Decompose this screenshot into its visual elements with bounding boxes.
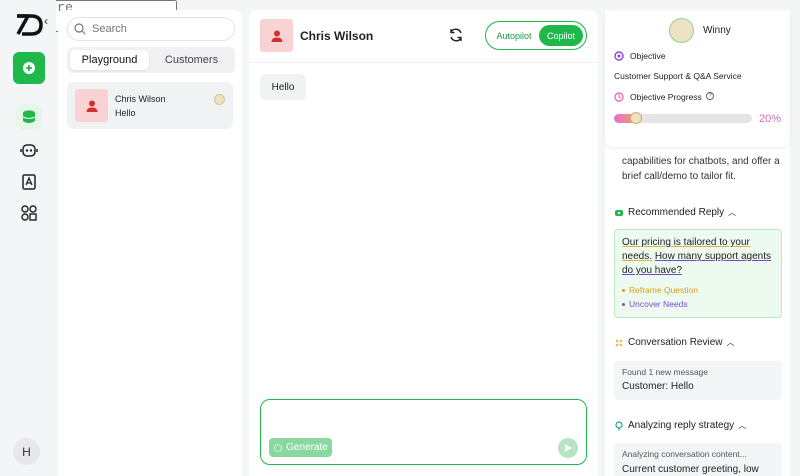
contact-avatar xyxy=(75,89,108,122)
conversation-review-title: Conversation Review xyxy=(628,337,723,348)
message-bubble: Hello xyxy=(260,74,306,100)
recommended-reply-text: Our pricing is tailored to your needs. H… xyxy=(622,236,777,278)
generate-button[interactable]: Generate xyxy=(269,438,332,457)
chevron-up-icon: ︿ xyxy=(726,338,735,347)
person-icon xyxy=(271,30,282,42)
objective-text: Customer Support & Q&A Service xyxy=(614,71,742,81)
sparkle-icon xyxy=(274,443,283,452)
new-chat-button[interactable] xyxy=(13,52,45,84)
apps-icon[interactable] xyxy=(16,200,42,226)
refresh-icon[interactable] xyxy=(448,27,464,43)
search-input[interactable] xyxy=(92,23,222,35)
bot-icon[interactable] xyxy=(16,137,42,163)
chat-header-divider xyxy=(249,62,598,63)
review-text: Customer: Hello xyxy=(622,381,694,392)
tab-customers[interactable]: Customers xyxy=(152,50,231,70)
bullet-dot xyxy=(622,288,625,292)
copilot-button[interactable]: Copilot xyxy=(539,25,583,46)
assistant-name: Winny xyxy=(703,25,731,36)
tag-label: Reframe Question xyxy=(629,285,698,295)
autopilot-button[interactable]: Autopilot xyxy=(491,26,537,46)
review-icon xyxy=(615,339,623,346)
progress-title: Objective Progress xyxy=(630,92,702,102)
tag-label: Uncover Needs xyxy=(629,299,688,309)
plus-circle-icon xyxy=(23,62,35,74)
assistant-mini-avatar xyxy=(214,94,225,105)
analyzing-subtitle: Analyzing conversation content... xyxy=(622,449,747,459)
conversation-review-header[interactable]: Conversation Review ︿ xyxy=(614,337,735,348)
recommended-reply-title: Recommended Reply xyxy=(628,207,725,218)
user-avatar[interactable]: H xyxy=(13,438,40,465)
progress-percent: 20% xyxy=(759,113,782,125)
send-icon xyxy=(564,444,572,452)
analyzing-strategy-title: Analyzing reply strategy xyxy=(628,420,735,431)
analyzing-text: Current customer greeting, low xyxy=(622,464,759,475)
chat-contact-avatar xyxy=(260,19,293,52)
progress-icon xyxy=(614,92,624,102)
help-icon[interactable]: ? xyxy=(706,92,714,100)
tab-playground[interactable]: Playground xyxy=(70,50,149,70)
search-box[interactable] xyxy=(67,17,235,41)
chevron-up-icon: ︿ xyxy=(728,208,737,217)
bullet-dot xyxy=(622,302,625,306)
strategy-snippet: capabilities for chatbots, and offer a b… xyxy=(622,156,780,182)
database-icon[interactable] xyxy=(16,104,42,130)
tag-uncover-needs: Uncover Needs xyxy=(622,299,688,309)
collapse-sidebar-icon[interactable]: ‹ xyxy=(44,14,48,28)
conversation-preview: Hello xyxy=(115,108,136,118)
chevron-up-icon: ︿ xyxy=(738,421,747,430)
person-icon xyxy=(86,100,97,112)
assistant-avatar xyxy=(669,18,694,43)
search-icon xyxy=(74,23,86,35)
objective-title: Objective xyxy=(630,51,666,61)
reply-icon xyxy=(615,209,623,216)
lightbulb-icon xyxy=(615,420,623,430)
contacts-icon[interactable] xyxy=(16,169,42,195)
chat-contact-name: Chris Wilson xyxy=(300,29,374,43)
recommended-reply-header[interactable]: Recommended Reply ︿ xyxy=(614,207,736,218)
conversation-name: Chris Wilson xyxy=(115,94,166,104)
logo-icon[interactable] xyxy=(14,10,44,40)
review-subtitle: Found 1 new message xyxy=(622,367,708,377)
send-button[interactable] xyxy=(558,438,578,458)
conversation-list-panel xyxy=(58,10,242,476)
progress-avatar-marker xyxy=(630,112,642,124)
tag-reframe-question: Reframe Question xyxy=(622,285,698,295)
generate-label: Generate xyxy=(286,442,328,453)
target-icon xyxy=(614,51,624,61)
analyzing-strategy-header[interactable]: Analyzing reply strategy ︿ xyxy=(614,420,746,431)
